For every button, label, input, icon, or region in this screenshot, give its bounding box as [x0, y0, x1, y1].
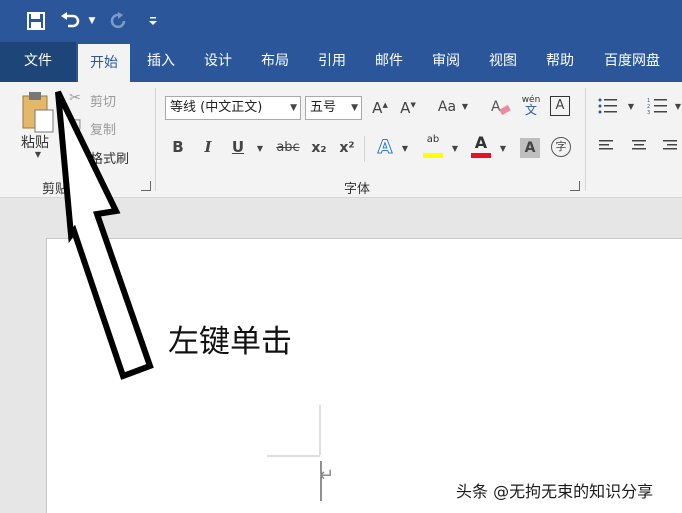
annotation-arrow [55, 90, 154, 380]
annotation-label: 左键单击 [168, 324, 292, 360]
watermark-text: 头条 @无拘无束的知识分享 [456, 482, 654, 501]
